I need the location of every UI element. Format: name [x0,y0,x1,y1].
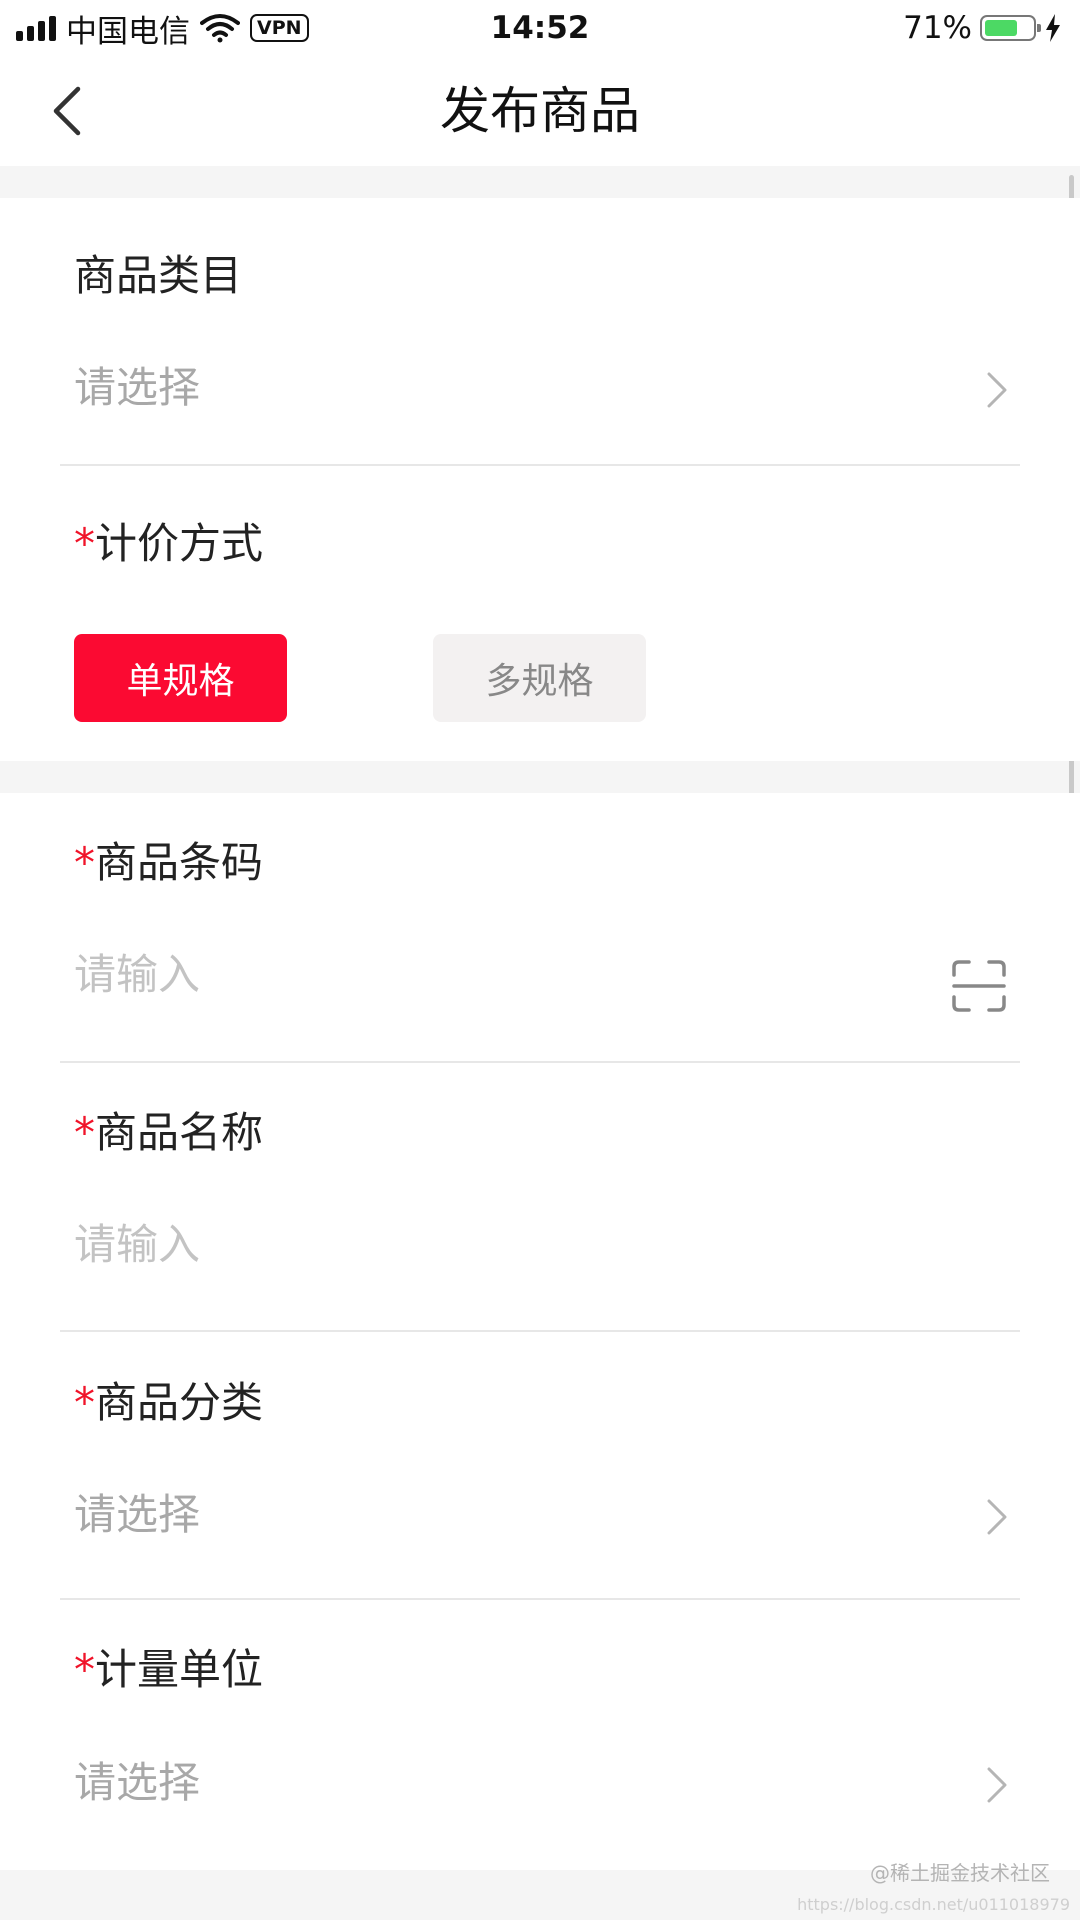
divider [60,1598,1020,1600]
barcode-input[interactable]: 请输入 [74,945,200,1005]
status-bar: 中国电信 VPN 14:52 71% [0,0,1080,56]
classification-label-text: 商品分类 [95,1378,264,1427]
name-label-text: 商品名称 [95,1108,264,1157]
unit-select[interactable]: 请选择 [74,1753,200,1813]
chevron-right-icon[interactable] [985,1497,1009,1537]
form-section-basic: 商品类目 请选择 *计价方式 单规格 多规格 [0,198,1080,761]
multi-spec-button[interactable]: 多规格 [433,634,646,722]
charging-bolt-icon [1046,14,1060,42]
form-section-details: *商品条码 请输入 *商品名称 请输入 *商品分类 请选择 *计量单位 请选择 [0,793,1080,1870]
barcode-label: *商品条码 [74,833,263,893]
name-label: *商品名称 [74,1103,263,1163]
watermark-url: https://blog.csdn.net/u011018979 [797,1895,1070,1914]
required-mark: * [74,519,95,568]
battery-icon [980,15,1041,41]
status-right: 71% [903,8,1062,48]
nav-bar: 发布商品 [0,56,1080,166]
category-select[interactable]: 请选择 [74,358,200,418]
single-spec-button[interactable]: 单规格 [74,634,287,722]
name-input[interactable]: 请输入 [74,1215,200,1275]
unit-label: *计量单位 [74,1640,263,1700]
battery-level-fill [985,20,1017,36]
required-mark: * [74,838,95,887]
chevron-right-icon[interactable] [985,370,1009,410]
required-mark: * [74,1108,95,1157]
required-mark: * [74,1645,95,1694]
required-mark: * [74,1378,95,1427]
classification-select[interactable]: 请选择 [74,1485,200,1545]
pricing-label-text: 计价方式 [95,519,264,568]
divider [60,464,1020,466]
category-label: 商品类目 [74,251,243,300]
pricing-label: *计价方式 [74,514,263,574]
divider [60,1061,1020,1063]
watermark: @稀土掘金技术社区 [870,1861,1050,1885]
barcode-label-text: 商品条码 [95,838,264,887]
page-title: 发布商品 [440,82,640,140]
divider [60,1330,1020,1332]
battery-percent: 71% [903,10,972,46]
chevron-right-icon[interactable] [985,1765,1009,1805]
scan-icon[interactable] [951,959,1007,1013]
unit-label-text: 计量单位 [95,1645,264,1694]
classification-label: *商品分类 [74,1373,263,1433]
